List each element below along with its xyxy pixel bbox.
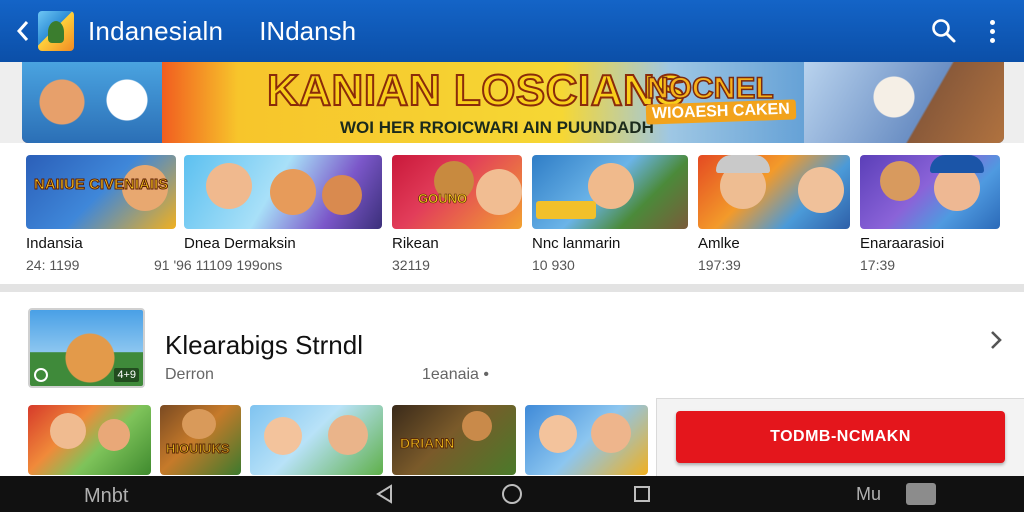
game-card[interactable]: Enaraarasioi 17:39	[860, 155, 1000, 273]
nav-home-icon[interactable]	[500, 482, 524, 506]
game-name: Dnea Dermaksin	[184, 235, 296, 252]
chevron-right-icon[interactable]	[984, 328, 1008, 352]
app-bar: Indanesialn INdansh	[0, 0, 1024, 62]
game-thumbnail: GOUNO	[392, 155, 522, 229]
game-card[interactable]: Dnea Dermaksin 91 '96 11109 199ons	[154, 155, 382, 273]
mini-game-thumbnail[interactable]	[250, 405, 383, 475]
game-card[interactable]: NAIIUE CIVENIAIIS Indansia 24: 1199	[26, 155, 176, 273]
install-button[interactable]: TODMB-NCMAKN	[676, 411, 1005, 463]
install-card: TODMB-NCMAKN	[656, 398, 1024, 476]
featured-section: 4+9 Klearabigs Strndl Derron 1eanaia • H…	[0, 292, 1024, 476]
featured-badge: 4+9	[114, 368, 139, 382]
banner-art-left	[22, 62, 162, 143]
game-thumbnail	[698, 155, 850, 229]
app-root: Indanesialn INdansh KANIAN LOSCIANS WOI …	[0, 0, 1024, 512]
game-name: Rikean	[392, 235, 439, 252]
mini-game-thumbnail[interactable]: DRIANN	[392, 405, 516, 475]
game-meta: 197:39	[698, 257, 741, 273]
game-name: Amlke	[698, 235, 740, 252]
banner-right-title: NOCNEL	[646, 72, 774, 105]
avatar[interactable]	[906, 483, 936, 505]
featured-thumbnail[interactable]: 4+9	[28, 308, 145, 388]
game-meta: 17:39	[860, 257, 896, 273]
featured-developer: Derron	[165, 366, 214, 383]
play-icon	[34, 368, 48, 382]
nav-right-label: Mu	[856, 484, 882, 504]
game-row: NAIIUE CIVENIAIIS Indansia 24: 1199 Dnea…	[0, 143, 1024, 284]
mini-game-text: DRIANN	[399, 435, 455, 452]
app-subtitle: INdansh	[259, 15, 357, 46]
game-name: Indansia	[26, 235, 83, 252]
mini-game-thumbnail[interactable]: HIOUIUKS	[160, 405, 241, 475]
system-nav-bar: Mnbt Mu	[0, 476, 1024, 512]
banner-title: KANIAN LOSCIANS	[266, 65, 686, 116]
game-thumbnail	[184, 155, 382, 229]
banner-art-right	[804, 62, 1004, 143]
featured-title[interactable]: Klearabigs Strndl	[165, 330, 363, 361]
game-thumbnail: NAIIUE CIVENIAIIS	[26, 155, 176, 229]
promo-banner[interactable]: KANIAN LOSCIANS WOI HER RROICWARI AIN PU…	[22, 62, 1004, 143]
more-vert-icon[interactable]	[968, 7, 1016, 55]
game-card[interactable]: GOUNO Rikean 32119	[392, 155, 522, 273]
game-meta: 91 '96 11109 199ons	[154, 257, 283, 273]
banner-subtitle: WOI HER RROICWARI AIN PUUNDADH	[340, 118, 654, 137]
game-name: Enaraarasioi	[860, 235, 945, 252]
game-meta: 10 930	[532, 257, 575, 273]
game-thumbnail-text: NAIIUE CIVENIAIIS	[33, 176, 169, 193]
app-title: Indanesialn	[88, 15, 224, 46]
app-logo	[38, 11, 74, 51]
mini-game-thumbnail[interactable]	[28, 405, 151, 475]
game-card[interactable]: Amlke 197:39	[698, 155, 850, 273]
mini-game-thumbnail[interactable]	[525, 405, 648, 475]
nav-left-label: Mnbt	[84, 485, 129, 507]
game-thumbnail	[532, 155, 688, 229]
mini-game-text: HIOUIUKS	[166, 441, 231, 457]
nav-back-icon[interactable]	[372, 482, 396, 506]
back-arrow-icon[interactable]	[10, 0, 36, 62]
game-meta: 32119	[392, 257, 430, 273]
banner-right-subtitle: WIOAESH CAKEN	[645, 99, 797, 125]
game-card[interactable]: Nnc lanmarin 10 930	[532, 155, 688, 273]
game-name: Nnc lanmarin	[532, 235, 621, 252]
section-divider	[0, 284, 1024, 292]
game-thumbnail	[860, 155, 1000, 229]
nav-recents-icon[interactable]	[630, 482, 654, 506]
search-icon[interactable]	[920, 7, 968, 55]
featured-meta: 1eanaia •	[422, 366, 489, 383]
game-thumbnail-text: GOUNO	[418, 191, 468, 207]
